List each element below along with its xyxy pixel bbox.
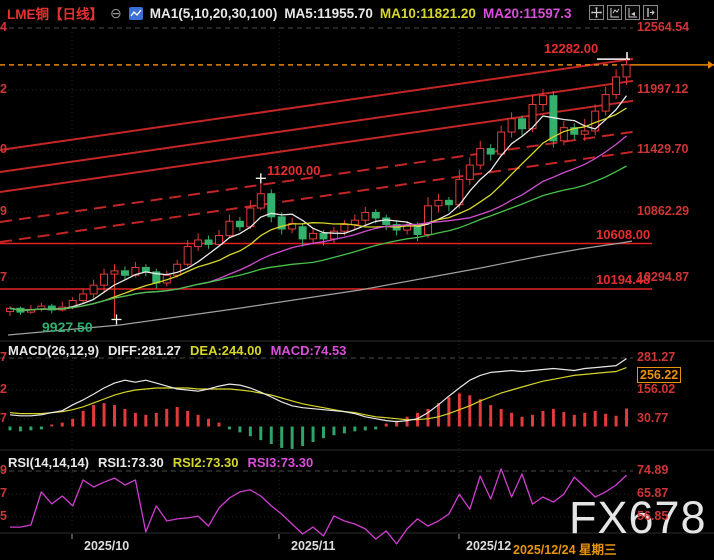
swing-high-annotation: 11200.00: [267, 163, 321, 178]
mini-chart-icon: [129, 7, 143, 20]
candle-body: [362, 212, 369, 220]
chart-toolbar: [589, 5, 658, 20]
axis-label: 56.85: [637, 509, 668, 523]
macd-pane[interactable]: [10, 359, 627, 449]
axis-label: 9: [0, 204, 7, 218]
axis-label: 30.77: [637, 411, 668, 425]
axis-label: 2: [0, 82, 7, 96]
pan-icon[interactable]: [589, 5, 604, 20]
axis-label: 10862.29: [637, 204, 689, 218]
axis-label: 256.22: [637, 367, 681, 383]
candle-body: [257, 194, 264, 208]
axis-label: 11429.70: [637, 142, 688, 156]
candle-body: [330, 231, 337, 239]
candle-body: [80, 294, 87, 301]
rsi-name: RSI(14,14,14): [8, 455, 89, 470]
candle-body: [111, 271, 118, 274]
candle-body: [299, 227, 306, 239]
candle-body: [90, 285, 97, 294]
support-level-1-label: 10608.00: [596, 227, 650, 242]
axis-label: 2025/12: [466, 539, 511, 553]
macd-name: MACD(26,12,9): [8, 343, 99, 358]
ma5-value: MA5:11955.70: [284, 6, 373, 21]
macd-dea-value: DEA:244.00: [190, 343, 262, 358]
axis-label: 0: [0, 142, 7, 156]
axis-label: 156.02: [637, 382, 675, 396]
ma10-value: MA10:11821.20: [380, 6, 476, 21]
candle-body: [466, 165, 473, 179]
rsi-pane-header[interactable]: RSI(14,14,14) RSI1:73.30 RSI2:73.30 RSI3:73…: [8, 455, 322, 470]
axis-label: 10294.87: [637, 270, 689, 284]
axis-label: 7: [0, 411, 7, 425]
ma-lines: [8, 96, 632, 335]
axis-label: 7: [0, 486, 7, 500]
candle-body: [487, 149, 494, 155]
candle-body: [602, 95, 609, 112]
candle-body: [425, 206, 432, 235]
rsi1-value: RSI1:73.30: [98, 455, 164, 470]
axis-label: 2025/10: [84, 539, 129, 553]
candle-body: [121, 271, 128, 275]
axis-label: 7: [0, 270, 7, 284]
candle-body: [184, 247, 191, 265]
axis-label: 2025/11: [291, 539, 336, 553]
candle-body: [498, 132, 505, 154]
ma-group-label[interactable]: MA1(5,10,20,30,100): [150, 6, 278, 21]
candle-body: [477, 149, 484, 166]
candle-body: [581, 131, 588, 134]
swing-low-annotation: 9927.50: [42, 319, 93, 335]
rsi2-value: RSI2:73.30: [173, 455, 239, 470]
candle-body: [435, 200, 442, 206]
axis-label: 65.87: [637, 486, 668, 500]
axis-label: 5: [0, 509, 7, 523]
candle-body: [539, 96, 546, 105]
macd-diff-value: DIFF:281.27: [108, 343, 181, 358]
candle-body: [236, 221, 243, 227]
rsi3-value: RSI3:73.30: [247, 455, 313, 470]
scale-x-icon[interactable]: [625, 5, 640, 20]
axis-label: 11997.12: [637, 82, 688, 96]
candle-body: [341, 225, 348, 232]
candle-body: [351, 220, 358, 224]
price-levels: [0, 52, 714, 289]
candle-body: [216, 236, 223, 245]
instrument-title: LME铜【日线】: [7, 3, 103, 23]
candle-body: [205, 240, 212, 244]
collapse-icon[interactable]: ⊖: [110, 5, 122, 22]
candle-body: [195, 240, 202, 247]
shift-right-icon[interactable]: [643, 5, 658, 20]
candle-body: [519, 119, 526, 129]
candle-body: [310, 233, 317, 239]
chart-app: LME铜【日线】 ⊖ MA1(5,10,20,30,100) MA5:11955…: [0, 0, 714, 560]
axis-label: 281.27: [637, 350, 675, 364]
candle-body: [623, 65, 630, 77]
candle-body: [508, 119, 515, 132]
candle-body: [613, 77, 620, 95]
axis-label: 9: [0, 463, 7, 477]
ma20-value: MA20:11597.3: [483, 6, 572, 21]
candle-body: [226, 221, 233, 235]
axis-label: 74.89: [637, 463, 668, 477]
high-price-annotation: 12282.00: [544, 41, 598, 56]
candle-body: [372, 212, 379, 218]
axis-label: 7: [0, 350, 7, 364]
scale-y-icon[interactable]: [607, 5, 622, 20]
trend-channel: [0, 55, 660, 242]
candle-body: [560, 128, 567, 141]
macd-pane-header[interactable]: MACD(26,12,9) DIFF:281.27 DEA:244.00 MACD:7…: [8, 343, 355, 358]
axis-label: 2: [0, 382, 7, 396]
candle-body: [383, 218, 390, 225]
candle-body: [320, 233, 327, 239]
macd-value: MACD:74.53: [271, 343, 347, 358]
candlestick-series[interactable]: [7, 59, 631, 318]
candle-body: [445, 200, 452, 204]
current-date-label: 2025/12/24 星期三: [511, 539, 617, 558]
candle-body: [101, 274, 108, 285]
